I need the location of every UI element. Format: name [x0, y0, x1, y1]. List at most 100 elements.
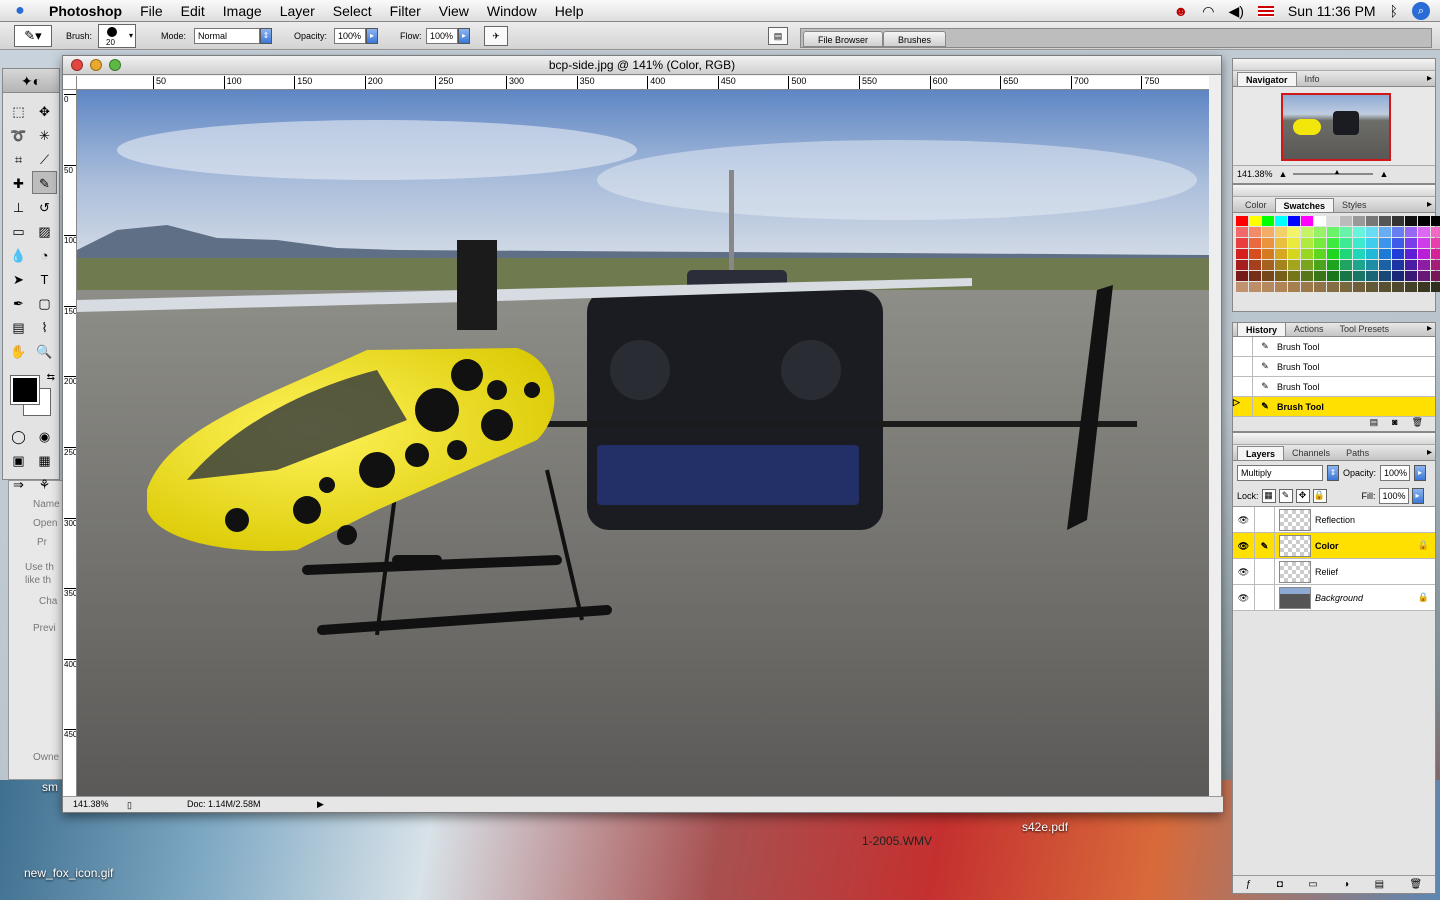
color-swatch[interactable] [1288, 238, 1300, 248]
color-swatch[interactable] [1249, 271, 1261, 281]
color-swatch[interactable] [1340, 216, 1352, 226]
chevron-right-icon[interactable]: ▸ [1411, 487, 1424, 504]
color-swatch[interactable] [1301, 282, 1313, 292]
color-swatch[interactable] [1418, 282, 1430, 292]
color-swatch[interactable] [1275, 271, 1287, 281]
color-swatch[interactable] [1327, 249, 1339, 259]
color-swatch[interactable] [1275, 238, 1287, 248]
fullscreen-mode-icon[interactable]: ▦ [32, 448, 57, 471]
chevron-down-icon[interactable]: ⇕ [1327, 465, 1339, 481]
color-swatch[interactable] [1392, 282, 1404, 292]
color-swatch[interactable] [1236, 238, 1248, 248]
menu-window[interactable]: Window [478, 0, 546, 22]
color-swatch[interactable] [1340, 282, 1352, 292]
desktop-icon-label[interactable]: new_fox_icon.gif [24, 866, 113, 880]
color-swatch[interactable] [1275, 260, 1287, 270]
color-swatch[interactable] [1379, 271, 1391, 281]
history-item[interactable]: ✎ Brush Tool [1233, 376, 1435, 397]
color-swatch[interactable] [1366, 227, 1378, 237]
color-swatch[interactable] [1379, 260, 1391, 270]
history-item[interactable]: ▷ ✎ Brush Tool [1233, 396, 1435, 417]
trash-icon[interactable]: 🗑 [1412, 417, 1423, 431]
eraser-tool-icon[interactable]: ▭ [6, 219, 31, 242]
close-button[interactable] [71, 59, 83, 71]
zoom-level[interactable]: 141.38% [73, 797, 109, 812]
color-swatch[interactable] [1340, 227, 1352, 237]
lock-pixels-icon[interactable]: ✎ [1278, 488, 1293, 503]
eyedropper-tool-icon[interactable]: ⌇ [32, 315, 57, 338]
color-swatch[interactable] [1418, 238, 1430, 248]
color-swatch[interactable] [1366, 271, 1378, 281]
color-swatch[interactable] [1405, 260, 1417, 270]
layer-fill[interactable]: 100% [1378, 487, 1409, 504]
tab-info[interactable]: Info [1297, 72, 1328, 86]
tab-history[interactable]: History [1237, 322, 1287, 336]
tab-navigator[interactable]: Navigator [1237, 72, 1297, 86]
dodge-tool-icon[interactable]: ◔ [32, 243, 57, 266]
color-swatch[interactable] [1431, 249, 1440, 259]
lock-all-icon[interactable]: 🔒 [1312, 488, 1327, 503]
color-swatch[interactable] [1301, 238, 1313, 248]
path-select-tool-icon[interactable]: ➤ [6, 267, 31, 290]
color-swatch[interactable] [1353, 249, 1365, 259]
tab-brushes[interactable]: Brushes [883, 31, 947, 47]
menu-layer[interactable]: Layer [271, 0, 324, 22]
layer-opacity[interactable]: 100% [1380, 465, 1411, 481]
color-swatch[interactable] [1275, 249, 1287, 259]
eye-icon[interactable]: 👁 [1233, 584, 1255, 611]
color-swatch[interactable] [1431, 238, 1440, 248]
color-swatch[interactable] [1392, 227, 1404, 237]
pen-tool-icon[interactable]: ✒ [6, 291, 31, 314]
color-swatch[interactable] [1314, 260, 1326, 270]
zoom-in-icon[interactable]: ▲ [1379, 169, 1388, 179]
jump-to-imageready-icon[interactable]: ⇒ [6, 472, 31, 495]
desktop-icon-label[interactable]: s42e.pdf [1022, 820, 1068, 834]
vertical-ruler[interactable]: 0 50 100 150 200 250 300 350 400 450 [63, 90, 77, 798]
color-swatch[interactable] [1275, 282, 1287, 292]
color-swatch[interactable] [1392, 238, 1404, 248]
swatch-grid[interactable] [1233, 213, 1440, 295]
tab-color[interactable]: Color [1237, 198, 1275, 212]
tab-swatches[interactable]: Swatches [1274, 198, 1335, 212]
tab-channels[interactable]: Channels [1284, 446, 1338, 460]
feather-logo-icon[interactable]: ✦⁠◐ [3, 69, 59, 93]
color-swatch[interactable] [1262, 238, 1274, 248]
color-swatch[interactable] [1275, 227, 1287, 237]
tab-paths[interactable]: Paths [1338, 446, 1377, 460]
color-swatch[interactable] [1288, 282, 1300, 292]
color-swatch[interactable] [1392, 271, 1404, 281]
tab-styles[interactable]: Styles [1334, 198, 1375, 212]
panel-menu-icon[interactable]: ▸ [1427, 199, 1432, 210]
color-swatch[interactable] [1405, 216, 1417, 226]
color-swatch[interactable] [1262, 271, 1274, 281]
color-swatch[interactable] [1405, 227, 1417, 237]
color-swatch[interactable] [1340, 238, 1352, 248]
color-swatch[interactable] [1314, 227, 1326, 237]
color-swatch[interactable] [1314, 216, 1326, 226]
blur-tool-icon[interactable]: 💧 [6, 243, 31, 266]
opacity-value[interactable]: 100% [334, 28, 366, 44]
color-swatch[interactable] [1431, 260, 1440, 270]
color-swatch[interactable] [1353, 227, 1365, 237]
color-swatch[interactable] [1288, 227, 1300, 237]
color-swatch[interactable] [1249, 216, 1261, 226]
brush-icon[interactable]: ✎▾ [14, 25, 52, 47]
panel-menu-icon[interactable]: ▸ [1427, 323, 1432, 334]
color-swatch[interactable] [1301, 227, 1313, 237]
brush-tool-icon[interactable]: ✎ [32, 171, 57, 194]
tab-actions[interactable]: Actions [1286, 322, 1332, 336]
color-swatch[interactable] [1405, 238, 1417, 248]
color-swatch[interactable] [1327, 282, 1339, 292]
color-swatch[interactable] [1418, 216, 1430, 226]
menu-select[interactable]: Select [324, 0, 381, 22]
color-swatch[interactable] [1262, 282, 1274, 292]
snapshot-icon[interactable]: ◙ [1392, 417, 1397, 431]
layer-row[interactable]: 👁 Relief [1233, 558, 1435, 585]
color-swatch[interactable] [1301, 271, 1313, 281]
panel-menu-icon[interactable]: ▸ [1427, 447, 1432, 458]
color-swatch[interactable] [1236, 227, 1248, 237]
document-icon[interactable]: ▯ [127, 798, 132, 813]
new-group-icon[interactable]: ▭ [1308, 879, 1317, 890]
color-swatch[interactable] [1340, 260, 1352, 270]
lock-position-icon[interactable]: ✥ [1295, 488, 1310, 503]
